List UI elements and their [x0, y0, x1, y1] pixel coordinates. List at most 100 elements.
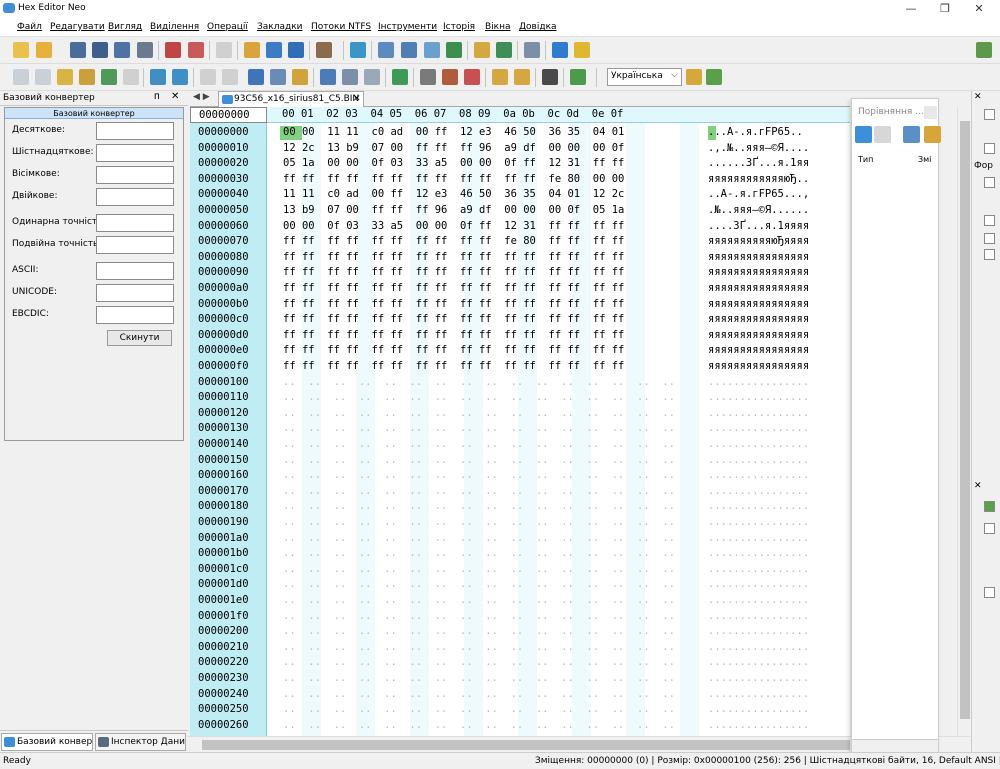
dock-icon-4[interactable]	[984, 215, 995, 226]
row-ascii-text[interactable]: ................	[708, 655, 809, 671]
row-ascii-text[interactable]: ................	[708, 702, 809, 718]
encoding-icon[interactable]	[570, 69, 586, 85]
row-ascii-text[interactable]: яяяяяяяяяяяяяяяя	[708, 312, 809, 328]
row-ascii-text[interactable]: ................	[708, 562, 809, 578]
row-ascii-text[interactable]: яяяяяяяяяяяяяяяя	[708, 265, 809, 281]
ascii-field[interactable]	[96, 262, 174, 280]
dock-icon-8[interactable]	[984, 523, 995, 534]
copy-icon[interactable]	[222, 69, 238, 85]
row-hex-bytes[interactable]: .. .. .. .. .. .. .. .. .. .. .. .. .. .…	[283, 531, 675, 547]
restore-button[interactable]: ❐	[928, 0, 962, 18]
dock-icon-2[interactable]	[984, 143, 995, 154]
row-ascii-text[interactable]: ......3Ґ...я.1яя	[708, 156, 809, 172]
export-icon[interactable]	[150, 69, 166, 85]
cut-icon[interactable]	[200, 69, 216, 85]
open-file-icon[interactable]	[36, 42, 52, 58]
sync-icon[interactable]	[496, 42, 512, 58]
row-hex-bytes[interactable]: .. .. .. .. .. .. .. .. .. .. .. .. .. .…	[283, 718, 675, 734]
row-hex-bytes[interactable]: 05 1a 00 00 0f 03 33 a5 00 00 0f ff 12 3…	[283, 156, 624, 172]
row-hex-bytes[interactable]: 12 2c 13 b9 07 00 ff ff ff 96 a9 df 00 0…	[283, 141, 624, 157]
tab-nav-arrows[interactable]: ◀ ▶	[193, 92, 210, 102]
minimize-button[interactable]: —	[894, 0, 928, 18]
dock-icon-6[interactable]	[984, 249, 995, 260]
row-hex-bytes[interactable]: .. .. .. .. .. .. .. .. .. .. .. .. .. .…	[283, 609, 675, 625]
row-ascii-text[interactable]: ................	[708, 640, 809, 656]
document-tab[interactable]: 93C56_x16_sirius81_C5.BIN ✕	[218, 91, 364, 107]
row-hex-bytes[interactable]: ff ff ff ff ff ff ff ff ff ff ff ff fe 8…	[283, 172, 624, 188]
window-icon[interactable]	[524, 42, 540, 58]
row-ascii-text[interactable]: ....3Ґ...я.1яяяя	[708, 219, 809, 235]
row-hex-bytes[interactable]: .. .. .. .. .. .. .. .. .. .. .. .. .. .…	[283, 421, 675, 437]
row-ascii-text[interactable]: яяяяяяяяяяяяяяяя	[708, 359, 809, 375]
dock-icon-3[interactable]	[984, 177, 995, 188]
dock-icon-5[interactable]	[984, 233, 995, 244]
codepage-icon[interactable]	[686, 69, 702, 85]
help-icon[interactable]	[552, 42, 568, 58]
close-panel-icon[interactable]: ✕	[171, 91, 179, 102]
row-ascii-text[interactable]: ...А-.я.гFP65..	[708, 125, 803, 141]
unlock-icon[interactable]	[514, 69, 530, 85]
row-ascii-text[interactable]: ................	[708, 484, 809, 500]
menu-edit[interactable]: Редагувати	[50, 22, 105, 32]
row-hex-bytes[interactable]: .. .. .. .. .. .. .. .. .. .. .. .. .. .…	[283, 437, 675, 453]
close-tab-icon[interactable]: ✕	[353, 92, 361, 106]
row-ascii-text[interactable]: .№..яяя–©Я......	[708, 203, 809, 219]
row-hex-bytes[interactable]: .. .. .. .. .. .. .. .. .. .. .. .. .. .…	[283, 640, 675, 656]
row-ascii-text[interactable]: ................	[708, 390, 809, 406]
insert-icon[interactable]	[79, 69, 95, 85]
row-hex-bytes[interactable]: .. .. .. .. .. .. .. .. .. .. .. .. .. .…	[283, 546, 675, 562]
row-hex-bytes[interactable]: .. .. .. .. .. .. .. .. .. .. .. .. .. .…	[283, 702, 675, 718]
row-hex-bytes[interactable]: .. .. .. .. .. .. .. .. .. .. .. .. .. .…	[283, 484, 675, 500]
new-file-icon[interactable]	[13, 42, 29, 58]
close-all-icon[interactable]	[188, 42, 204, 58]
dock-icon-7[interactable]	[984, 501, 995, 512]
right-close-2-icon[interactable]: ✕	[974, 481, 982, 491]
save-as-icon[interactable]	[92, 42, 108, 58]
row-ascii-text[interactable]: ................	[708, 375, 809, 391]
menu-help[interactable]: Довідка	[519, 22, 557, 32]
right-close-1-icon[interactable]: ✕	[974, 92, 982, 102]
row-hex-bytes[interactable]: .. .. .. .. .. .. .. .. .. .. .. .. .. .…	[283, 593, 675, 609]
stop-icon[interactable]	[216, 42, 232, 58]
delete-icon[interactable]	[123, 69, 139, 85]
close-file-icon[interactable]	[165, 42, 181, 58]
compare-options-icon[interactable]	[924, 126, 941, 143]
row-ascii-text[interactable]: яяяяяяяяяяяяяяяя	[708, 250, 809, 266]
row-ascii-text[interactable]: ................	[708, 515, 809, 531]
row-hex-bytes[interactable]: ff ff ff ff ff ff ff ff ff ff ff ff ff f…	[283, 297, 624, 313]
import-icon[interactable]	[172, 69, 188, 85]
hex-editor-view[interactable]: 00000000 00 01 02 03 04 05 06 07 08 09 0…	[190, 107, 850, 736]
row-hex-bytes[interactable]: ff ff ff ff ff ff ff ff ff ff ff ff ff f…	[283, 312, 624, 328]
row-ascii-text[interactable]: ................	[708, 593, 809, 609]
paste-special-icon[interactable]	[270, 69, 286, 85]
row-hex-bytes[interactable]: .. .. .. .. .. .. .. .. .. .. .. .. .. .…	[283, 655, 675, 671]
compare-close-icon[interactable]	[924, 106, 937, 119]
hscroll-thumb[interactable]	[202, 740, 850, 750]
row-hex-bytes[interactable]: ff ff ff ff ff ff ff ff ff ff ff ff ff f…	[283, 250, 624, 266]
row-ascii-text[interactable]: ................	[708, 499, 809, 515]
row-ascii-text[interactable]: ................	[708, 577, 809, 593]
print-icon[interactable]	[137, 42, 153, 58]
select-icon[interactable]	[392, 69, 408, 85]
row-hex-bytes[interactable]: 13 b9 07 00 ff ff ff 96 a9 df 00 00 00 0…	[283, 203, 624, 219]
compare-scrollbar[interactable]	[852, 739, 938, 753]
menu-ntfs-streams[interactable]: Потоки NTFS	[311, 22, 371, 32]
row-hex-bytes[interactable]: ff ff ff ff ff ff ff ff ff ff ff ff ff f…	[283, 328, 624, 344]
dock-icon-9[interactable]	[984, 587, 995, 598]
row-hex-bytes[interactable]: .. .. .. .. .. .. .. .. .. .. .. .. .. .…	[283, 406, 675, 422]
bookmark-icon[interactable]	[464, 69, 480, 85]
patterns-icon[interactable]	[378, 42, 394, 58]
decimal-field[interactable]	[96, 122, 174, 140]
columns-icon[interactable]	[542, 69, 558, 85]
row-hex-bytes[interactable]: .. .. .. .. .. .. .. .. .. .. .. .. .. .…	[283, 562, 675, 578]
row-ascii-text[interactable]: ................	[708, 624, 809, 640]
edit-icon[interactable]	[57, 69, 73, 85]
ebcdic-field[interactable]	[96, 306, 174, 324]
row-ascii-text[interactable]: ................	[708, 406, 809, 422]
codepage-next-icon[interactable]	[706, 69, 722, 85]
goto-icon[interactable]	[350, 42, 366, 58]
pointer-icon[interactable]	[420, 69, 436, 85]
dock-icon-1[interactable]	[984, 109, 995, 120]
bits-icon[interactable]	[316, 42, 332, 58]
find-icon[interactable]	[320, 69, 336, 85]
